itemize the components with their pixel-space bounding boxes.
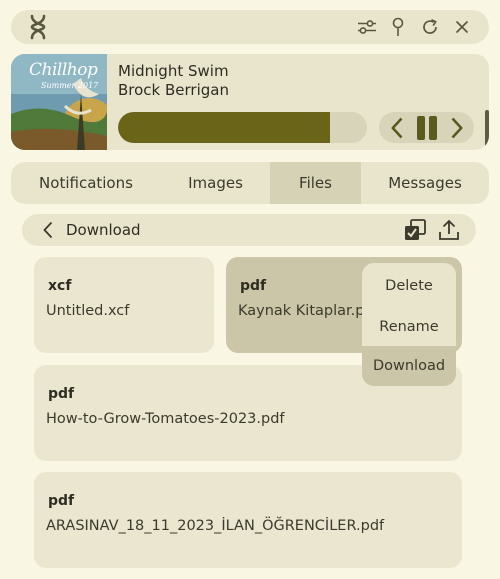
tab-files[interactable]: Files: [270, 162, 361, 204]
select-all-icon[interactable]: [402, 217, 428, 243]
file-card[interactable]: xcf Untitled.xcf: [34, 257, 214, 353]
file-context-menu: Delete Rename Download: [362, 263, 456, 386]
file-name: How-to-Grow-Tomatoes-2023.pdf: [46, 411, 285, 427]
file-type-label: pdf: [240, 278, 267, 294]
upload-icon[interactable]: [436, 217, 462, 243]
file-name: Kaynak Kitaplar.pdf: [238, 303, 379, 319]
file-type-label: xcf: [48, 278, 72, 294]
back-chevron-icon[interactable]: [40, 219, 56, 241]
path-bar: Download: [22, 214, 476, 246]
menu-item-download[interactable]: Download: [362, 346, 456, 386]
menu-item-rename[interactable]: Rename: [362, 306, 456, 347]
top-bar: [11, 10, 489, 44]
media-player: Chillhop Summer 2017 Midnight Swim Brock…: [11, 54, 489, 150]
tab-bar: Notifications Images Files Messages: [11, 162, 489, 204]
album-art: Chillhop Summer 2017: [11, 54, 115, 150]
tab-messages[interactable]: Messages: [361, 162, 489, 204]
next-icon[interactable]: [445, 112, 469, 143]
menu-item-delete[interactable]: Delete: [362, 265, 456, 306]
app-logo-icon[interactable]: [27, 10, 49, 44]
previous-icon[interactable]: [385, 112, 409, 143]
player-scroll-indicator: [485, 110, 489, 150]
album-art-title: Chillhop: [29, 60, 98, 80]
progress-bar-fill: [118, 112, 330, 143]
file-name: Untitled.xcf: [46, 303, 130, 319]
pin-icon[interactable]: [388, 10, 408, 44]
track-artist: Brock Berrigan: [118, 81, 229, 99]
tab-notifications[interactable]: Notifications: [11, 162, 161, 204]
track-title: Midnight Swim: [118, 62, 229, 80]
file-name: ARASINAV_18_11_2023_İLAN_ÖĞRENCİLER.pdf: [46, 518, 385, 534]
playback-controls: [379, 112, 474, 143]
file-type-label: pdf: [48, 386, 75, 402]
progress-bar[interactable]: [118, 112, 367, 143]
settings-sliders-icon[interactable]: [355, 10, 379, 44]
current-folder-label[interactable]: Download: [66, 221, 141, 239]
refresh-icon[interactable]: [419, 10, 441, 44]
pause-icon[interactable]: [414, 112, 440, 143]
tab-images[interactable]: Images: [161, 162, 270, 204]
file-type-label: pdf: [48, 493, 75, 509]
close-icon[interactable]: [451, 10, 473, 44]
file-card[interactable]: pdf ARASINAV_18_11_2023_İLAN_ÖĞRENCİLER.…: [34, 472, 462, 568]
album-art-subtitle: Summer 2017: [41, 81, 99, 90]
